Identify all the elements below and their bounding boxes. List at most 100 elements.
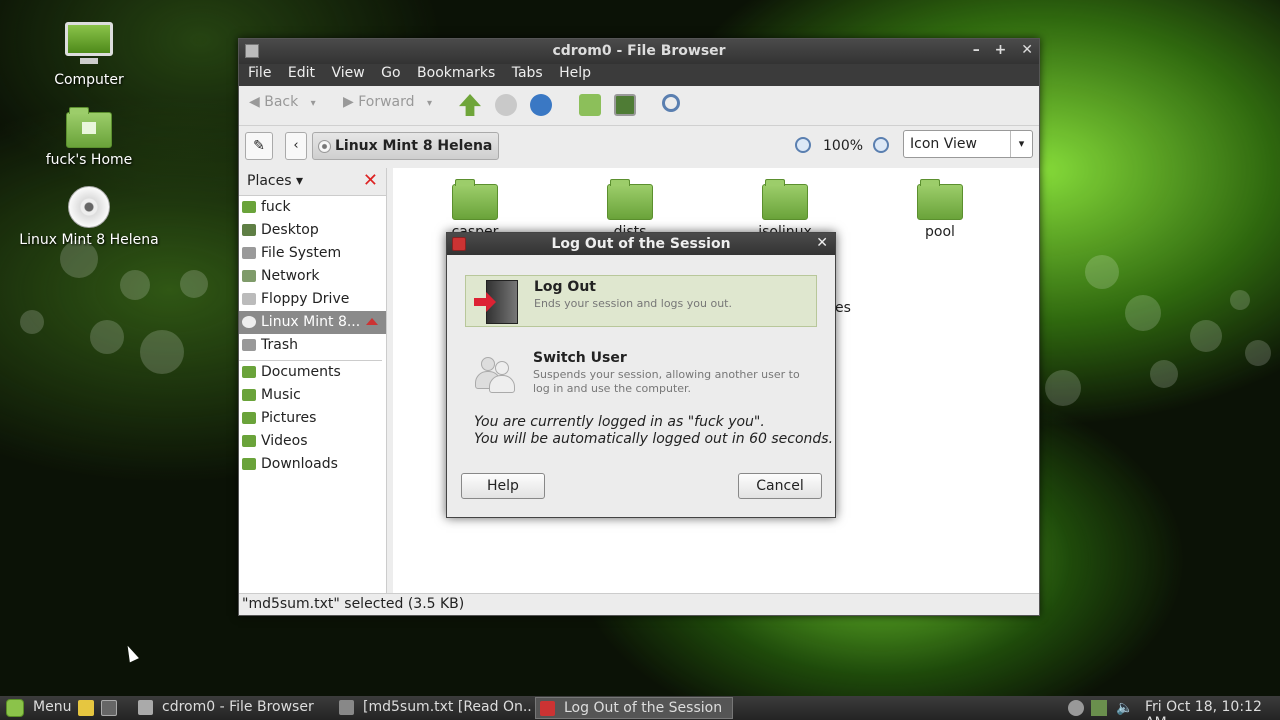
- places-dropdown[interactable]: Places ▾: [247, 173, 303, 189]
- cd-icon: [242, 316, 256, 328]
- window-title: cdrom0 - File Browser: [552, 43, 726, 59]
- task-logout[interactable]: Log Out of the Session: [535, 697, 733, 719]
- folder-icon: [607, 179, 653, 220]
- bookmark-documents[interactable]: Documents: [239, 361, 386, 384]
- place-floppy[interactable]: Floppy Drive: [239, 288, 386, 311]
- desktop-icon-computer[interactable]: Computer: [14, 22, 164, 88]
- eject-icon[interactable]: [366, 318, 378, 325]
- drive-icon: [242, 247, 256, 259]
- clock[interactable]: Fri Oct 18, 10:12 AM: [1145, 699, 1280, 720]
- switch-user-option-title: Switch User: [533, 350, 627, 366]
- computer-icon[interactable]: [614, 94, 636, 116]
- back-button[interactable]: ◀ Back ▾: [249, 94, 316, 110]
- volume-icon[interactable]: 🔈: [1116, 700, 1133, 716]
- cancel-button[interactable]: Cancel: [738, 473, 822, 499]
- maximize-button[interactable]: +: [995, 42, 1007, 58]
- bokeh-light: [1085, 255, 1119, 289]
- file-label-partial[interactable]: es: [835, 300, 851, 316]
- mint-logo-icon[interactable]: [6, 699, 24, 717]
- view-mode-select[interactable]: Icon View ▾: [903, 130, 1033, 158]
- menu-file[interactable]: File: [248, 65, 271, 81]
- close-sidebar-icon[interactable]: ✕: [363, 170, 378, 191]
- desktop-icon-label: Computer: [54, 72, 124, 88]
- menu-help[interactable]: Help: [559, 65, 591, 81]
- floppy-icon: [242, 293, 256, 305]
- bookmark-downloads[interactable]: Downloads: [239, 453, 386, 476]
- stop-icon[interactable]: [495, 94, 517, 116]
- menu-bookmarks[interactable]: Bookmarks: [417, 65, 495, 81]
- file-browser-icon: [138, 700, 153, 715]
- place-filesystem[interactable]: File System: [239, 242, 386, 265]
- folder-icon: [242, 389, 256, 401]
- close-button[interactable]: ✕: [1021, 42, 1033, 58]
- home-folder-icon: [242, 201, 256, 213]
- task-file-browser[interactable]: cdrom0 - File Browser: [134, 697, 330, 719]
- home-icon[interactable]: [579, 94, 601, 116]
- logout-option-description: Ends your session and logs you out.: [534, 297, 732, 310]
- folder-icon: [762, 179, 808, 220]
- terminal-launcher-icon[interactable]: [101, 700, 117, 716]
- folder-icon: [242, 412, 256, 424]
- place-home[interactable]: fuck: [239, 196, 386, 219]
- menubar: File Edit View Go Bookmarks Tabs Help: [239, 64, 1039, 86]
- toolbar: ◀ Back ▾ ▶ Forward ▾: [239, 86, 1039, 126]
- bottom-panel: Menu cdrom0 - File Browser [md5sum.txt […: [0, 696, 1280, 720]
- menu-button[interactable]: Menu: [33, 699, 71, 715]
- reload-icon[interactable]: [530, 94, 552, 116]
- switch-user-option[interactable]: Switch User Suspends your session, allow…: [465, 347, 817, 399]
- bokeh-light: [1150, 360, 1178, 388]
- search-icon[interactable]: [662, 94, 680, 112]
- text-editor-icon: [339, 700, 354, 715]
- zoom-level: 100%: [823, 138, 864, 154]
- desktop-icon-home[interactable]: fuck's Home: [14, 107, 164, 168]
- logout-option-title: Log Out: [534, 279, 596, 295]
- text-editor-launcher-icon[interactable]: [78, 700, 94, 716]
- dialog-titlebar[interactable]: Log Out of the Session ✕: [447, 233, 835, 255]
- task-md5sum[interactable]: [md5sum.txt [Read On...: [335, 697, 531, 719]
- bokeh-light: [140, 330, 184, 374]
- bookmark-music[interactable]: Music: [239, 384, 386, 407]
- bokeh-light: [1045, 370, 1081, 406]
- switch-user-option-description: Suspends your session, allowing another …: [533, 368, 800, 395]
- place-trash[interactable]: Trash: [239, 334, 386, 357]
- bokeh-light: [1245, 340, 1271, 366]
- bookmark-pictures[interactable]: Pictures: [239, 407, 386, 430]
- place-desktop[interactable]: Desktop: [239, 219, 386, 242]
- path-back-button[interactable]: ‹: [285, 132, 307, 160]
- user-tray-icon[interactable]: [1068, 700, 1084, 716]
- zoom-out-icon[interactable]: [795, 137, 811, 153]
- place-network[interactable]: Network: [239, 265, 386, 288]
- dialog-close-button[interactable]: ✕: [816, 235, 828, 251]
- network-icon: [242, 270, 256, 282]
- menu-edit[interactable]: Edit: [288, 65, 315, 81]
- help-button[interactable]: Help: [461, 473, 545, 499]
- edit-location-button[interactable]: ✎: [245, 132, 273, 160]
- logged-in-message: You are currently logged in as "fuck you…: [474, 414, 765, 430]
- trash-icon: [242, 339, 256, 351]
- logout-option[interactable]: Log Out Ends your session and logs you o…: [465, 275, 817, 327]
- desktop-icon-disc[interactable]: Linux Mint 8 Helena: [14, 186, 164, 248]
- zoom-in-icon[interactable]: [873, 137, 889, 153]
- cd-icon: [318, 140, 331, 153]
- up-arrow-icon[interactable]: [459, 94, 481, 116]
- folder-icon: [242, 366, 256, 378]
- network-tray-icon[interactable]: [1091, 700, 1107, 716]
- bokeh-light: [1125, 295, 1161, 331]
- menu-view[interactable]: View: [331, 65, 364, 81]
- menu-tabs[interactable]: Tabs: [512, 65, 543, 81]
- cd-disc-icon: [68, 186, 110, 228]
- bokeh-light: [20, 310, 44, 334]
- logout-icon: [540, 701, 555, 716]
- forward-button[interactable]: ▶ Forward ▾: [343, 94, 432, 110]
- minimize-button[interactable]: –: [973, 42, 980, 58]
- path-crumb[interactable]: Linux Mint 8 Helena: [312, 132, 500, 160]
- desktop-icon-label: Linux Mint 8 Helena: [19, 232, 159, 248]
- place-cdrom[interactable]: Linux Mint 8...: [239, 311, 386, 334]
- menu-go[interactable]: Go: [381, 65, 400, 81]
- bookmark-videos[interactable]: Videos: [239, 430, 386, 453]
- file-item[interactable]: pool: [890, 179, 990, 240]
- mouse-cursor: [123, 643, 139, 663]
- window-titlebar[interactable]: cdrom0 - File Browser – + ✕: [239, 39, 1039, 64]
- bokeh-light: [90, 320, 124, 354]
- home-folder-icon: [66, 107, 112, 148]
